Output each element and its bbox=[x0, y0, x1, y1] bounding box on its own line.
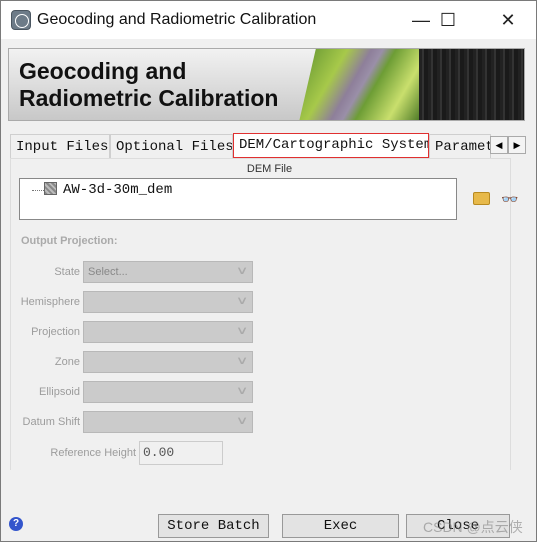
binoculars-icon[interactable]: 👓 bbox=[501, 191, 518, 208]
datum-shift-label: Datum Shift bbox=[22, 416, 80, 428]
hemisphere-label: Hemisphere bbox=[20, 296, 80, 308]
tab-parameters[interactable]: Parameters bbox=[429, 134, 491, 158]
dem-file-label: DEM File bbox=[246, 163, 293, 175]
chevron-down-icon: ∨ bbox=[235, 325, 249, 337]
datum-shift-dropdown[interactable]: ∨ bbox=[83, 411, 253, 433]
exec-button[interactable]: Exec bbox=[282, 514, 399, 538]
banner-aerial-image bbox=[299, 49, 419, 120]
ellipsoid-label: Ellipsoid bbox=[39, 386, 80, 398]
folder-open-icon[interactable] bbox=[473, 192, 490, 205]
app-icon bbox=[11, 10, 31, 30]
state-dropdown[interactable]: Select... ∨ bbox=[83, 261, 253, 283]
ellipsoid-dropdown[interactable]: ∨ bbox=[83, 381, 253, 403]
zone-label: Zone bbox=[54, 356, 80, 368]
chevron-down-icon: ∨ bbox=[235, 265, 249, 277]
help-icon[interactable]: ? bbox=[9, 517, 23, 531]
dem-file-tree[interactable]: AW-3d-30m_dem bbox=[19, 178, 457, 220]
banner: Geocoding and Radiometric Calibration bbox=[8, 48, 525, 121]
tab-scroll-left-button[interactable]: ◀ bbox=[490, 136, 508, 154]
state-label: State bbox=[54, 266, 80, 278]
dem-file-item[interactable]: AW-3d-30m_dem bbox=[63, 182, 172, 198]
zone-dropdown[interactable]: ∨ bbox=[83, 351, 253, 373]
tab-optional-files[interactable]: Optional Files bbox=[110, 134, 233, 158]
chevron-down-icon: ∨ bbox=[235, 355, 249, 367]
reference-height-input[interactable]: 0.00 bbox=[139, 441, 223, 465]
tab-scroll-right-button[interactable]: ▶ bbox=[508, 136, 526, 154]
close-button[interactable]: Close bbox=[406, 514, 510, 538]
raster-file-icon bbox=[44, 182, 57, 195]
maximize-button[interactable]: ☐ bbox=[425, 1, 471, 39]
output-projection-heading: Output Projection: bbox=[21, 235, 118, 247]
title-bar: Geocoding and Radiometric Calibration — … bbox=[1, 1, 536, 39]
chevron-down-icon: ∨ bbox=[235, 295, 249, 307]
hemisphere-dropdown[interactable]: ∨ bbox=[83, 291, 253, 313]
tab-input-files[interactable]: Input Files bbox=[10, 134, 110, 158]
state-value: Select... bbox=[88, 266, 128, 278]
chevron-down-icon: ∨ bbox=[235, 415, 249, 427]
chevron-down-icon: ∨ bbox=[235, 385, 249, 397]
window-title: Geocoding and Radiometric Calibration bbox=[37, 11, 317, 28]
projection-label: Projection bbox=[31, 326, 80, 338]
tab-dem-cartographic-system[interactable]: DEM/Cartographic System bbox=[233, 133, 429, 158]
close-window-button[interactable]: ✕ bbox=[485, 1, 531, 39]
projection-dropdown[interactable]: ∨ bbox=[83, 321, 253, 343]
banner-title: Geocoding and Radiometric Calibration bbox=[19, 58, 279, 111]
store-batch-button[interactable]: Store Batch bbox=[158, 514, 269, 538]
reference-height-label: Reference Height bbox=[50, 447, 136, 459]
banner-sar-image bbox=[419, 49, 524, 120]
